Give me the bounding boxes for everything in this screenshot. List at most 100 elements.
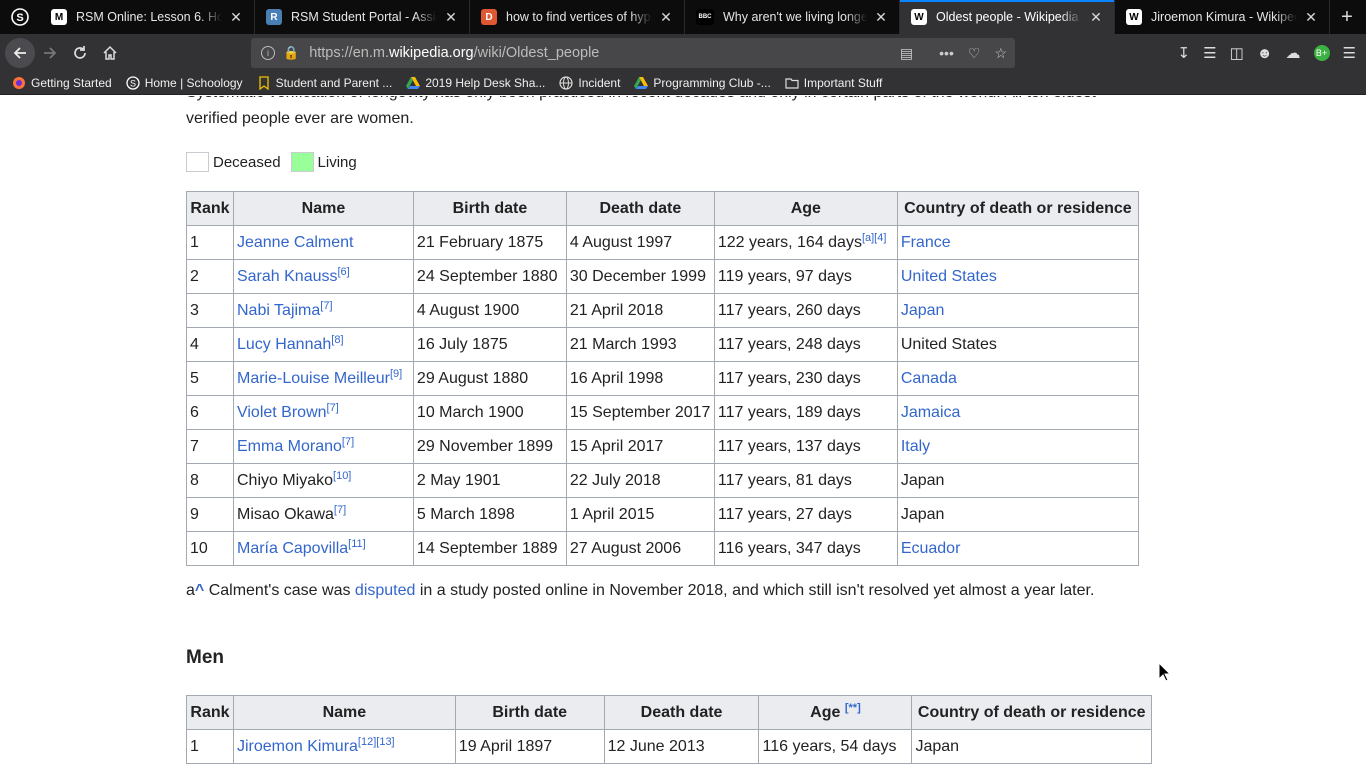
country-cell: Italy [896, 429, 1140, 464]
person-link[interactable]: Violet Brown [237, 404, 327, 421]
person-link[interactable]: Lucy Hannah [237, 336, 331, 353]
column-header: Age [713, 191, 898, 226]
name-cell: Jiroemon Kimura[12][13] [232, 729, 456, 764]
country-link[interactable]: Jamaica [901, 404, 961, 421]
column-header-label: Name [301, 199, 346, 217]
citation[interactable]: [9] [390, 368, 402, 380]
intro-line-1: Systematic verification of longevity has… [186, 96, 1146, 106]
column-header-label: Death date [599, 199, 682, 217]
name-cell: Violet Brown[7] [232, 395, 414, 430]
close-icon[interactable]: ✕ [443, 9, 459, 26]
person-link[interactable]: María Capovilla [237, 540, 348, 557]
age-cell: 117 years, 230 days [713, 361, 898, 396]
sidebar-icon[interactable]: ◫ [1230, 44, 1244, 62]
age-cell: 116 years, 54 days [758, 729, 913, 764]
country-link[interactable]: Ecuador [901, 540, 961, 557]
citation[interactable]: [11] [348, 538, 366, 550]
citation[interactable]: [a][4] [862, 232, 886, 244]
country-link[interactable]: Japan [901, 302, 945, 319]
age-header-ref[interactable]: [**] [845, 702, 861, 714]
pocket-icon[interactable]: ♡ [968, 45, 981, 62]
close-icon[interactable]: ✕ [228, 9, 244, 26]
bookmark-item[interactable]: Programming Club -... [634, 76, 771, 90]
schoology-icon: S [11, 8, 29, 26]
schoology-pinned-tab[interactable]: S [0, 0, 40, 34]
tab-1[interactable]: R RSM Student Portal - Assignm ✕ [255, 0, 470, 34]
footnote-backlink[interactable]: ^ [195, 582, 204, 599]
citation[interactable]: [7] [320, 300, 332, 312]
person-link[interactable]: Nabi Tajima [237, 302, 320, 319]
tab-title: how to find vertices of hyperb [506, 10, 652, 24]
page-actions-icon[interactable]: ••• [939, 45, 954, 62]
tab-4[interactable]: W Oldest people - Wikipedia ✕ [900, 0, 1115, 34]
person-link[interactable]: Jeanne Calment [237, 234, 354, 251]
country-name: Japan [915, 737, 960, 755]
bookmarks-toolbar: Getting Started S Home | Schoology Student … [0, 72, 1366, 95]
cloud-icon[interactable]: ☁ [1286, 44, 1301, 62]
country-link[interactable]: France [901, 234, 951, 251]
death-date-cell: 27 August 2006 [565, 531, 715, 566]
bookmark-item[interactable]: Incident [559, 76, 620, 90]
bookmark-item[interactable]: 2019 Help Desk Sha... [406, 76, 545, 90]
age-value: 117 years, 248 days [717, 335, 861, 353]
column-header: Death date [603, 695, 760, 730]
new-tab-button[interactable]: + [1330, 0, 1364, 34]
citation[interactable]: [10] [333, 470, 351, 482]
page-content: Systematic verification of longevity has… [0, 96, 1366, 768]
close-icon[interactable]: ✕ [1088, 9, 1104, 26]
person-link[interactable]: Marie-Louise Meilleur [237, 370, 390, 387]
citation[interactable]: [6] [338, 266, 350, 278]
citation[interactable]: [8] [331, 334, 343, 346]
tab-title: Why aren't we living longer? - [723, 10, 867, 24]
disputed-link[interactable]: disputed [355, 582, 416, 599]
tab-2[interactable]: Dhow to find vertices of hyperb ✕ [470, 0, 685, 34]
living-swatch [290, 152, 314, 172]
close-icon[interactable]: ✕ [1303, 9, 1319, 26]
age-cell: 117 years, 137 days [713, 429, 898, 464]
bookmark-item[interactable]: Getting Started [12, 76, 112, 90]
svg-text:S: S [130, 79, 136, 89]
close-icon[interactable]: ✕ [658, 9, 674, 26]
column-header-label: Death date [640, 703, 723, 721]
table-row: 7 Emma Morano[7] 29 November 1899 15 April … [186, 429, 1140, 464]
bookmark-item[interactable]: Important Stuff [785, 76, 882, 90]
person-link[interactable]: Emma Morano [237, 438, 342, 455]
library-icon[interactable]: ☰ [1203, 44, 1216, 62]
lock-icon[interactable]: 🔒 [283, 45, 299, 61]
citation[interactable]: [7] [327, 402, 339, 414]
country-link[interactable]: United States [901, 268, 997, 285]
name-cell: Misao Okawa[7] [232, 497, 414, 532]
citation[interactable]: [7] [334, 504, 346, 516]
address-bar[interactable]: i 🔒 https://en.m.wikipedia.org/wiki/Olde… [251, 38, 1015, 68]
country-link[interactable]: Canada [901, 370, 957, 387]
citation[interactable]: [7] [342, 436, 354, 448]
country-link[interactable]: Italy [901, 438, 930, 455]
bookmark-item[interactable]: Student and Parent ... [257, 76, 392, 90]
close-icon[interactable]: ✕ [873, 9, 889, 26]
person-link[interactable]: Sarah Knauss [237, 268, 338, 285]
person-link[interactable]: Jiroemon Kimura [237, 738, 358, 755]
country-cell: United States [896, 259, 1140, 294]
age-value: 117 years, 230 days [717, 369, 861, 387]
reload-button[interactable] [65, 38, 95, 68]
bookmark-star-icon[interactable]: ☆ [994, 45, 1007, 62]
death-date-cell: 1 April 2015 [565, 497, 715, 532]
downloads-icon[interactable]: ↧ [1178, 44, 1191, 62]
url-text[interactable]: https://en.m.wikipedia.org/wiki/Oldest_p… [309, 45, 599, 61]
column-header-label: Birth date [452, 199, 528, 217]
account-icon[interactable]: ☻ [1257, 45, 1273, 62]
info-icon[interactable]: i [261, 46, 275, 60]
country-cell: Japan [896, 497, 1140, 532]
tab-3[interactable]: BBC Why aren't we living longer? - ✕ [685, 0, 900, 34]
extension-icon[interactable]: B+ [1313, 45, 1330, 61]
home-button[interactable] [95, 38, 125, 68]
tab-0[interactable]: M RSM Online: Lesson 6. Homew ✕ [40, 0, 255, 34]
tab-5[interactable]: W Jiroemon Kimura - Wikipedia ✕ [1115, 0, 1330, 34]
bookmark-item[interactable]: S Home | Schoology [126, 76, 243, 90]
citation[interactable]: [12][13] [358, 736, 395, 748]
back-button[interactable] [5, 38, 35, 68]
forward-button[interactable] [35, 38, 65, 68]
menu-icon[interactable]: ☰ [1343, 44, 1356, 62]
table-row: 1 Jiroemon Kimura[12][13] 19 April 1897 12 … [186, 729, 1152, 764]
reader-view-icon[interactable]: ▤ [900, 45, 913, 62]
